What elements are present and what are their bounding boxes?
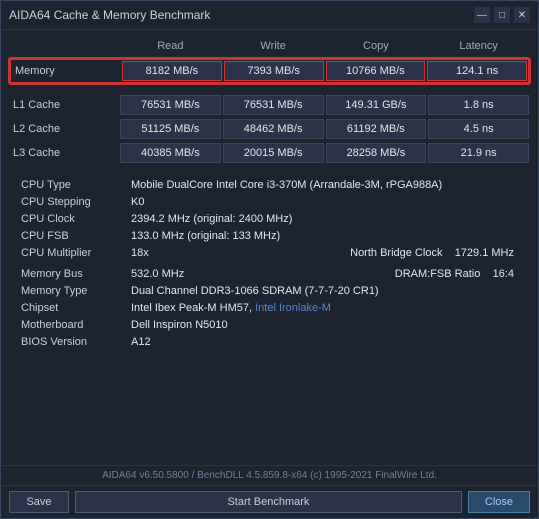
dram-fsb-info: DRAM:FSB Ratio 16:4: [325, 267, 523, 283]
col-header-label: [9, 38, 119, 54]
memory-latency: 124.1 ns: [427, 61, 527, 81]
bios-label: BIOS Version: [17, 335, 127, 351]
l2-latency: 4.5 ns: [428, 119, 529, 139]
north-bridge-value: 1729.1 MHz: [455, 247, 514, 259]
cpu-type-value: Mobile DualCore Intel Core i3-370M (Arra…: [127, 178, 522, 194]
cpu-multiplier-label: CPU Multiplier: [17, 246, 127, 262]
l3-label: L3 Cache: [9, 142, 119, 164]
memory-copy: 10766 MB/s: [326, 61, 426, 81]
cpu-fsb-label: CPU FSB: [17, 229, 127, 245]
memory-type-label: Memory Type: [17, 284, 127, 300]
start-benchmark-button[interactable]: Start Benchmark: [75, 491, 462, 513]
dram-fsb-value: 16:4: [493, 268, 514, 280]
memory-bus-row: Memory Bus 532.0 MHz DRAM:FSB Ratio 16:4: [17, 267, 522, 283]
cpu-stepping-label: CPU Stepping: [17, 195, 127, 211]
button-bar: Save Start Benchmark Close: [1, 485, 538, 518]
memory-bus-value: 532.0 MHz: [127, 267, 325, 283]
l3-read: 40385 MB/s: [120, 143, 221, 163]
cpu-type-row: CPU Type Mobile DualCore Intel Core i3-3…: [17, 178, 522, 194]
l1-cache-row: L1 Cache 76531 MB/s 76531 MB/s 149.31 GB…: [9, 94, 530, 116]
col-header-copy: Copy: [325, 38, 428, 54]
chipset-row: Chipset Intel Ibex Peak-M HM57, Intel Ir…: [17, 301, 522, 317]
l3-latency: 21.9 ns: [428, 143, 529, 163]
north-bridge-info: North Bridge Clock 1729.1 MHz: [325, 246, 523, 262]
chipset-value-highlight: Intel Ironlake-M: [255, 302, 331, 314]
memory-row: Memory 8182 MB/s 7393 MB/s 10766 MB/s 12…: [9, 58, 530, 84]
maximize-button[interactable]: □: [494, 7, 510, 23]
l2-label: L2 Cache: [9, 118, 119, 140]
l2-copy: 61192 MB/s: [326, 119, 427, 139]
chipset-value: Intel Ibex Peak-M HM57, Intel Ironlake-M: [127, 301, 522, 317]
l2-cache-row: L2 Cache 51125 MB/s 48462 MB/s 61192 MB/…: [9, 118, 530, 140]
l2-read: 51125 MB/s: [120, 119, 221, 139]
title-bar: AIDA64 Cache & Memory Benchmark — □ ✕: [1, 1, 538, 30]
close-window-button[interactable]: ✕: [514, 7, 530, 23]
save-button[interactable]: Save: [9, 491, 69, 513]
cpu-clock-label: CPU Clock: [17, 212, 127, 228]
cpu-multiplier-value: 18x: [127, 246, 325, 262]
l3-write: 20015 MB/s: [223, 143, 324, 163]
content-area: Read Write Copy Latency Memory 8182 MB/s…: [1, 30, 538, 485]
bios-value: A12: [127, 335, 522, 351]
l1-label: L1 Cache: [9, 94, 119, 116]
l3-cache-row: L3 Cache 40385 MB/s 20015 MB/s 28258 MB/…: [9, 142, 530, 164]
cpu-fsb-row: CPU FSB 133.0 MHz (original: 133 MHz): [17, 229, 522, 245]
window-title: AIDA64 Cache & Memory Benchmark: [9, 8, 210, 22]
l1-latency: 1.8 ns: [428, 95, 529, 115]
l3-copy: 28258 MB/s: [326, 143, 427, 163]
memory-read: 8182 MB/s: [122, 61, 222, 81]
cpu-clock-row: CPU Clock 2394.2 MHz (original: 2400 MHz…: [17, 212, 522, 228]
col-header-latency: Latency: [427, 38, 530, 54]
cpu-stepping-value: K0: [127, 195, 522, 211]
memory-type-row: Memory Type Dual Channel DDR3-1066 SDRAM…: [17, 284, 522, 300]
dram-fsb-label: DRAM:FSB Ratio: [395, 268, 481, 280]
main-window: AIDA64 Cache & Memory Benchmark — □ ✕ Re…: [0, 0, 539, 519]
l1-copy: 149.31 GB/s: [326, 95, 427, 115]
motherboard-row: Motherboard Dell Inspiron N5010: [17, 318, 522, 334]
window-controls: — □ ✕: [474, 7, 530, 23]
memory-bus-label: Memory Bus: [17, 267, 127, 283]
l1-read: 76531 MB/s: [120, 95, 221, 115]
cpu-type-label: CPU Type: [17, 178, 127, 194]
cpu-multiplier-row: CPU Multiplier 18x North Bridge Clock 17…: [17, 246, 522, 262]
close-button[interactable]: Close: [468, 491, 530, 513]
motherboard-label: Motherboard: [17, 318, 127, 334]
cpu-clock-value: 2394.2 MHz (original: 2400 MHz): [127, 212, 522, 228]
memory-write: 7393 MB/s: [224, 61, 324, 81]
col-header-read: Read: [119, 38, 222, 54]
footer-text: AIDA64 v6.50.5800 / BenchDLL 4.5.859.8-x…: [1, 465, 538, 485]
benchmark-table: Read Write Copy Latency Memory 8182 MB/s…: [1, 30, 538, 465]
bios-row: BIOS Version A12: [17, 335, 522, 351]
memory-label: Memory: [11, 60, 121, 82]
l2-write: 48462 MB/s: [223, 119, 324, 139]
col-header-write: Write: [222, 38, 325, 54]
memory-type-value: Dual Channel DDR3-1066 SDRAM (7-7-7-20 C…: [127, 284, 522, 300]
motherboard-value: Dell Inspiron N5010: [127, 318, 522, 334]
column-headers: Read Write Copy Latency: [9, 36, 530, 56]
minimize-button[interactable]: —: [474, 7, 490, 23]
info-section: CPU Type Mobile DualCore Intel Core i3-3…: [9, 174, 530, 356]
chipset-label: Chipset: [17, 301, 127, 317]
l1-write: 76531 MB/s: [223, 95, 324, 115]
north-bridge-label: North Bridge Clock: [350, 247, 442, 259]
cpu-fsb-value: 133.0 MHz (original: 133 MHz): [127, 229, 522, 245]
cpu-stepping-row: CPU Stepping K0: [17, 195, 522, 211]
